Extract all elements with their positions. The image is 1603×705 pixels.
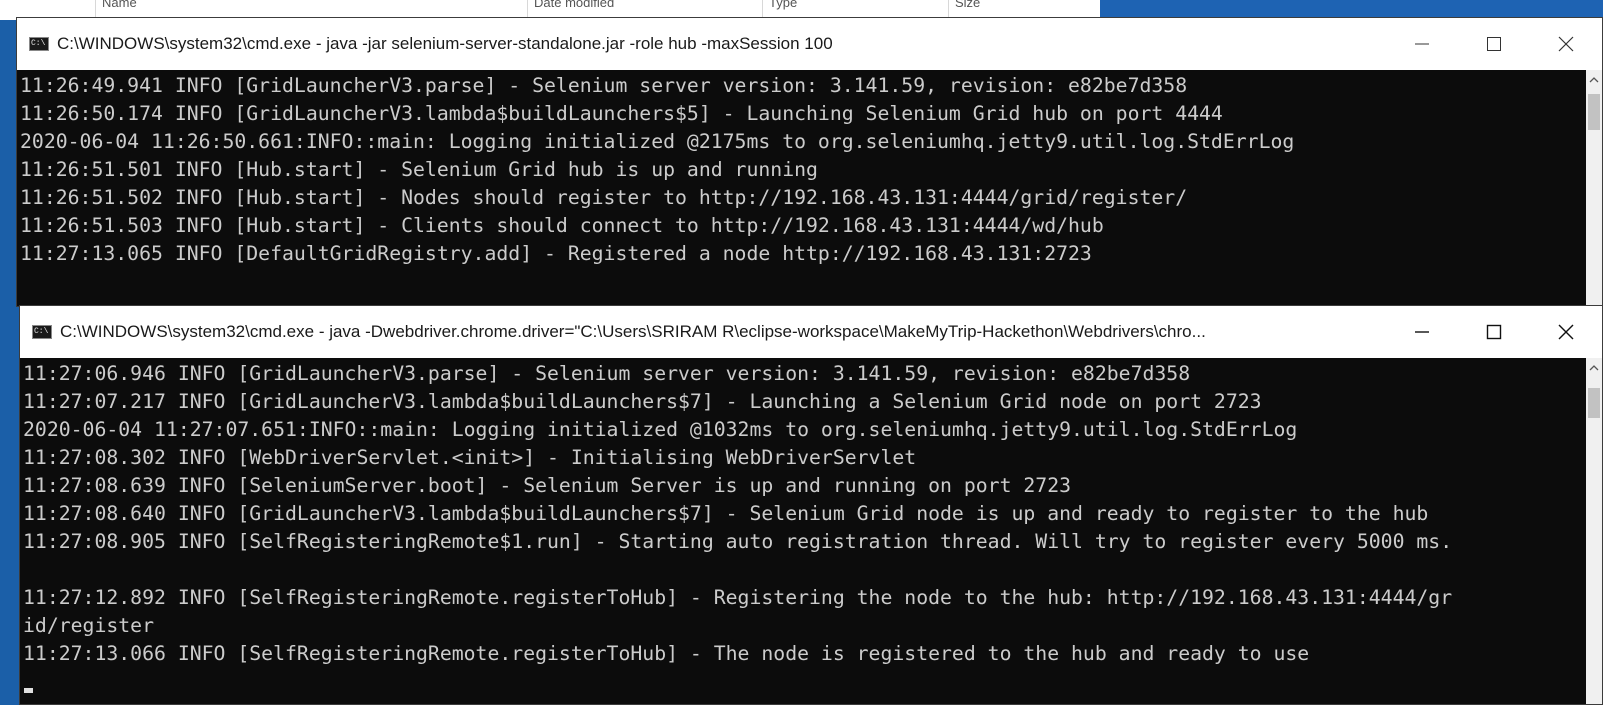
- node-title-bar[interactable]: C:\ C:\WINDOWS\system32\cmd.exe - java -…: [20, 306, 1602, 358]
- hub-scrollbar[interactable]: [1586, 70, 1602, 306]
- scroll-up-button[interactable]: [1586, 358, 1602, 378]
- console-line: 11:27:12.892 INFO [SelfRegisteringRemote…: [23, 586, 1453, 609]
- hub-window-title: C:\WINDOWS\system32\cmd.exe - java -jar …: [57, 34, 833, 53]
- close-icon: [1558, 324, 1574, 340]
- console-line: 11:26:51.502 INFO [Hub.start] - Nodes sh…: [20, 186, 1188, 209]
- cmd-icon-label: C:\: [31, 39, 46, 48]
- cmd-app-icon[interactable]: C:\: [32, 325, 52, 339]
- maximize-button[interactable]: [1458, 18, 1530, 70]
- console-line: 11:27:08.302 INFO [WebDriverServlet.<ini…: [23, 446, 917, 469]
- chevron-up-icon: [1589, 77, 1599, 83]
- console-line: 2020-06-04 11:27:07.651:INFO::main: Logg…: [23, 418, 1298, 441]
- console-line: 11:27:07.217 INFO [GridLauncherV3.lambda…: [23, 390, 1262, 413]
- console-line: 11:27:13.065 INFO [DefaultGridRegistry.a…: [20, 242, 1092, 265]
- hub-cmd-window[interactable]: C:\ C:\WINDOWS\system32\cmd.exe - java -…: [16, 17, 1603, 307]
- cmd-app-icon[interactable]: C:\: [29, 37, 49, 51]
- console-line: 11:27:06.946 INFO [GridLauncherV3.parse]…: [23, 362, 1191, 385]
- node-window-title: C:\WINDOWS\system32\cmd.exe - java -Dweb…: [60, 322, 1206, 341]
- node-cmd-window[interactable]: C:\ C:\WINDOWS\system32\cmd.exe - java -…: [19, 305, 1603, 705]
- minimize-icon: [1415, 331, 1429, 333]
- close-button[interactable]: [1530, 18, 1602, 70]
- cmd-icon-label: C:\: [34, 327, 49, 336]
- console-line: id/register: [23, 614, 155, 637]
- hub-scroll-thumb[interactable]: [1588, 94, 1600, 130]
- console-line: 11:27:08.639 INFO [SeleniumServer.boot] …: [23, 474, 1072, 497]
- scroll-up-button[interactable]: [1586, 70, 1602, 90]
- chevron-up-icon: [1589, 365, 1599, 371]
- console-line: 2020-06-04 11:26:50.661:INFO::main: Logg…: [20, 130, 1295, 153]
- node-console-output[interactable]: 11:27:06.946 INFO [GridLauncherV3.parse]…: [20, 358, 1586, 704]
- minimize-icon: [1415, 43, 1429, 45]
- node-scroll-thumb[interactable]: [1588, 388, 1600, 418]
- console-line: 11:26:50.174 INFO [GridLauncherV3.lambda…: [20, 102, 1223, 125]
- close-icon: [1558, 36, 1574, 52]
- node-scrollbar[interactable]: [1586, 358, 1602, 704]
- hub-console-output[interactable]: 11:26:49.941 INFO [GridLauncherV3.parse]…: [17, 70, 1586, 306]
- minimize-button[interactable]: [1386, 306, 1458, 358]
- console-line: 11:26:49.941 INFO [GridLauncherV3.parse]…: [20, 74, 1188, 97]
- console-line: 11:27:08.905 INFO [SelfRegisteringRemote…: [23, 530, 1453, 553]
- console-line: 11:26:51.503 INFO [Hub.start] - Clients …: [20, 214, 1104, 237]
- maximize-icon: [1486, 324, 1502, 340]
- maximize-icon: [1487, 37, 1501, 51]
- hub-title-bar[interactable]: C:\ C:\WINDOWS\system32\cmd.exe - java -…: [17, 18, 1602, 70]
- console-line: 11:26:51.501 INFO [Hub.start] - Selenium…: [20, 158, 818, 181]
- text-cursor: [24, 688, 33, 693]
- console-line: 11:27:08.640 INFO [GridLauncherV3.lambda…: [23, 502, 1429, 525]
- close-button[interactable]: [1530, 306, 1602, 358]
- minimize-button[interactable]: [1386, 18, 1458, 70]
- console-line: 11:27:13.066 INFO [SelfRegisteringRemote…: [23, 642, 1310, 665]
- maximize-button[interactable]: [1458, 306, 1530, 358]
